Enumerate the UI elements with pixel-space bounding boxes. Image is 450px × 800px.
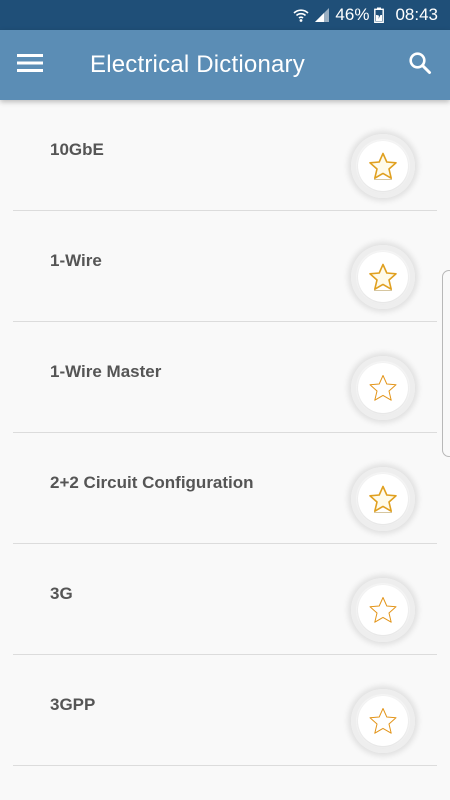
battery-icon — [374, 7, 385, 23]
favorite-button[interactable] — [351, 134, 415, 198]
term-label: 1-Wire — [50, 251, 102, 270]
favorite-button-face — [358, 363, 408, 413]
star-outline-icon — [369, 263, 397, 291]
search-icon — [408, 51, 432, 80]
clock: 08:43 — [395, 5, 438, 24]
star-filled-icon — [369, 375, 397, 401]
app-bar: Electrical Dictionary — [0, 30, 450, 100]
favorite-button-face — [358, 474, 408, 524]
star-outline-icon — [369, 485, 397, 513]
star-filled-icon — [369, 708, 397, 734]
status-bar: 46% 08:43 — [0, 0, 450, 30]
menu-button[interactable] — [12, 47, 48, 83]
term-label: 3GPP — [50, 695, 96, 714]
favorite-button[interactable] — [351, 467, 415, 531]
favorite-button-face — [358, 141, 408, 191]
term-label: 1-Wire Master — [50, 362, 162, 381]
term-label: 3G — [50, 584, 73, 603]
term-list-item[interactable]: 3GPP — [13, 655, 437, 766]
wifi-icon — [293, 7, 309, 23]
hamburger-menu-icon — [17, 53, 43, 78]
term-list-item[interactable]: 1-Wire Master — [13, 322, 437, 433]
term-label: 2+2 Circuit Configuration — [50, 473, 254, 492]
favorite-button-face — [358, 696, 408, 746]
term-list-item[interactable]: 2+2 Circuit Configuration — [13, 433, 437, 544]
favorite-button[interactable] — [351, 356, 415, 420]
star-outline-icon — [369, 152, 397, 180]
favorite-button-face — [358, 585, 408, 635]
term-list-item[interactable]: 1-Wire — [13, 211, 437, 322]
scroll-indicator[interactable] — [442, 270, 450, 457]
favorite-button[interactable] — [351, 578, 415, 642]
term-list-item[interactable]: 3G — [13, 544, 437, 655]
app-title: Electrical Dictionary — [90, 51, 305, 78]
battery-percent: 46% — [335, 5, 370, 24]
signal-icon — [314, 7, 330, 23]
screen: 46% 08:43 Electrical Dictionary 10GbE 1-… — [0, 0, 450, 800]
term-label: 10GbE — [50, 140, 104, 159]
favorite-button[interactable] — [351, 689, 415, 753]
favorite-button-face — [358, 252, 408, 302]
term-list-item[interactable]: 10GbE — [13, 100, 437, 211]
term-list[interactable]: 10GbE 1-Wire 1-Wire Master 2+2 Circuit C… — [0, 100, 450, 800]
star-filled-icon — [369, 597, 397, 623]
search-button[interactable] — [402, 47, 438, 83]
favorite-button[interactable] — [351, 245, 415, 309]
status-icons: 46% 08:43 — [293, 0, 438, 30]
